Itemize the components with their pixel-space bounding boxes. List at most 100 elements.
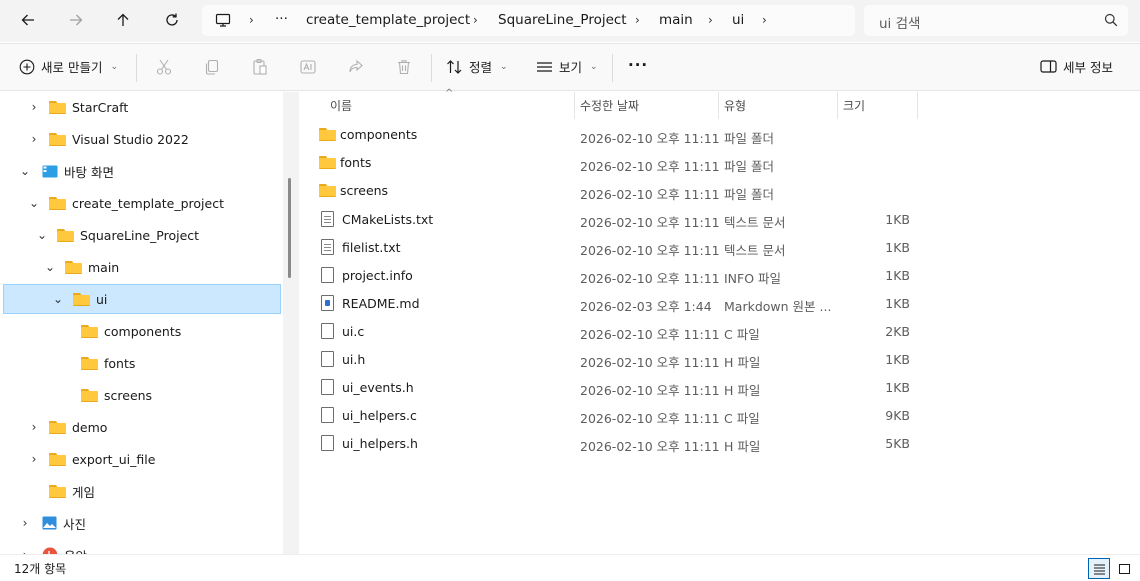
- file-name: CMakeLists.txt: [342, 211, 434, 227]
- chevron-down-icon[interactable]: ⌄: [35, 228, 49, 242]
- column-divider[interactable]: [917, 92, 918, 119]
- nav-item-label: 바탕 화면: [64, 164, 114, 180]
- share-icon[interactable]: [347, 58, 365, 76]
- file-row[interactable]: fonts 2026-02-10 오후 11:11 파일 폴더: [299, 149, 1140, 177]
- file-name: ui_helpers.c: [342, 407, 417, 423]
- paste-icon[interactable]: [251, 58, 269, 76]
- more-options-button[interactable]: ···: [628, 56, 648, 74]
- file-row[interactable]: components 2026-02-10 오후 11:11 파일 폴더: [299, 121, 1140, 149]
- copy-icon[interactable]: [203, 58, 221, 76]
- file-row[interactable]: filelist.txt 2026-02-10 오후 11:11 텍스트 문서 …: [299, 233, 1140, 261]
- breadcrumb-ui[interactable]: ui: [732, 12, 744, 28]
- breadcrumb-create-template-project[interactable]: create_template_project: [306, 12, 470, 28]
- nav-item-fonts[interactable]: fonts: [81, 348, 135, 378]
- file-row[interactable]: README.md 2026-02-03 오후 1:44 Markdown 원본…: [299, 289, 1140, 317]
- chevron-right-icon[interactable]: ›: [27, 100, 41, 114]
- file-row[interactable]: ui_helpers.h 2026-02-10 오후 11:11 H 파일 5K…: [299, 429, 1140, 457]
- nav-scrollbar-thumb[interactable]: [288, 178, 291, 278]
- chevron-down-icon[interactable]: ⌄: [43, 260, 57, 274]
- item-count: 12개 항목: [14, 562, 67, 576]
- column-header-date[interactable]: 수정한 날짜: [574, 92, 718, 119]
- desktop-icon: [42, 165, 58, 177]
- nav-item-desktop[interactable]: ⌄ 바탕 화면: [18, 156, 114, 186]
- up-button[interactable]: [106, 6, 140, 34]
- cut-icon[interactable]: [155, 58, 173, 76]
- search-input[interactable]: ui 검색: [864, 5, 1128, 36]
- nav-item-music[interactable]: › 음악: [18, 540, 87, 554]
- column-header-type[interactable]: 유형: [718, 92, 837, 119]
- nav-item-demo[interactable]: › demo: [27, 412, 108, 442]
- chevron-right-icon: ›: [249, 13, 254, 27]
- sort-icon: [447, 59, 462, 74]
- nav-item-starcraft[interactable]: › StarCraft: [27, 92, 129, 122]
- nav-item-export-ui-file[interactable]: › export_ui_file: [27, 444, 156, 474]
- file-row[interactable]: CMakeLists.txt 2026-02-10 오후 11:11 텍스트 문…: [299, 205, 1140, 233]
- forward-button[interactable]: [59, 6, 93, 34]
- folder-icon: [49, 420, 66, 434]
- breadcrumb-squareline-project[interactable]: SquareLine_Project: [498, 12, 627, 28]
- file-name: README.md: [342, 295, 420, 311]
- folder-icon: [319, 184, 336, 197]
- chevron-right-icon[interactable]: ›: [27, 132, 41, 146]
- file-type: H 파일: [724, 355, 761, 370]
- file-row[interactable]: ui_helpers.c 2026-02-10 오후 11:11 C 파일 9K…: [299, 401, 1140, 429]
- file-row[interactable]: screens 2026-02-10 오후 11:11 파일 폴더: [299, 177, 1140, 205]
- address-box[interactable]: › ··· create_template_project › SquareLi…: [202, 5, 855, 36]
- back-button[interactable]: [11, 6, 45, 34]
- file-row[interactable]: project.info 2026-02-10 오후 11:11 INFO 파일…: [299, 261, 1140, 289]
- large-icons-view-button[interactable]: [1113, 558, 1135, 579]
- file-name: ui_events.h: [342, 379, 414, 395]
- folder-icon: [319, 156, 336, 169]
- view-button[interactable]: 보기 ⌄: [536, 57, 598, 76]
- folder-icon: [81, 324, 98, 338]
- chevron-down-icon: ⌄: [590, 61, 598, 72]
- file-row[interactable]: ui.c 2026-02-10 오후 11:11 C 파일 2KB: [299, 317, 1140, 345]
- plus-circle-icon: [19, 59, 35, 74]
- nav-item-pictures[interactable]: › 사진: [18, 508, 86, 538]
- chevron-right-icon: ›: [762, 13, 767, 27]
- refresh-button[interactable]: [155, 6, 189, 34]
- chevron-down-icon[interactable]: ⌄: [18, 164, 32, 178]
- column-header-size[interactable]: 크기: [837, 92, 917, 119]
- nav-item-label: StarCraft: [72, 99, 129, 115]
- chevron-right-icon[interactable]: ›: [27, 452, 41, 466]
- nav-item-squareline-project[interactable]: ⌄ SquareLine_Project: [35, 220, 199, 250]
- details-view-button[interactable]: [1088, 558, 1110, 579]
- arrow-left-icon: [21, 14, 34, 26]
- file-date: 2026-02-03 오후 1:44: [580, 299, 712, 314]
- sort-button[interactable]: 정렬 ⌄: [446, 57, 508, 76]
- chevron-right-icon[interactable]: ›: [27, 420, 41, 434]
- nav-item-ui[interactable]: ⌄ ui: [3, 284, 281, 314]
- status-bar: 12개 항목: [0, 554, 1140, 581]
- chevron-down-icon[interactable]: ⌄: [51, 292, 65, 306]
- nav-item-components[interactable]: components: [81, 316, 181, 346]
- breadcrumb-overflow[interactable]: ···: [275, 11, 288, 27]
- nav-item-label: main: [88, 259, 120, 275]
- chevron-down-icon[interactable]: ⌄: [27, 196, 41, 210]
- command-bar: 새로 만들기 ⌄ 정렬 ⌄ 보기 ⌄ ··· 세부 정보: [0, 43, 1140, 91]
- nav-item-screens[interactable]: screens: [81, 380, 152, 410]
- details-pane-icon: [1040, 60, 1057, 73]
- nav-item-label: screens: [104, 387, 153, 403]
- pictures-icon: [42, 516, 57, 530]
- chevron-right-icon: ›: [473, 13, 478, 27]
- rename-icon[interactable]: [299, 58, 317, 76]
- text-file-icon: [321, 239, 334, 255]
- details-pane-button[interactable]: 세부 정보: [1040, 57, 1113, 76]
- nav-scrollbar[interactable]: [283, 92, 299, 554]
- nav-item-games[interactable]: 게임: [49, 476, 95, 506]
- file-icon: [321, 267, 334, 283]
- breadcrumb-main[interactable]: main: [659, 12, 693, 28]
- file-row[interactable]: ui.h 2026-02-10 오후 11:11 H 파일 1KB: [299, 345, 1140, 373]
- nav-item-label: 게임: [72, 484, 96, 500]
- delete-icon[interactable]: [395, 58, 413, 76]
- file-row[interactable]: ui_events.h 2026-02-10 오후 11:11 H 파일 1KB: [299, 373, 1140, 401]
- nav-item-visual-studio-2022[interactable]: › Visual Studio 2022: [27, 124, 189, 154]
- new-button[interactable]: 새로 만들기 ⌄: [19, 57, 118, 76]
- column-header-name[interactable]: 이름: [324, 92, 574, 119]
- chevron-right-icon[interactable]: ›: [18, 516, 32, 530]
- file-date: 2026-02-10 오후 11:11: [580, 215, 720, 230]
- nav-item-create-template-project[interactable]: ⌄ create_template_project: [27, 188, 224, 218]
- nav-item-main[interactable]: ⌄ main: [43, 252, 119, 282]
- file-date: 2026-02-10 오후 11:11: [580, 131, 720, 146]
